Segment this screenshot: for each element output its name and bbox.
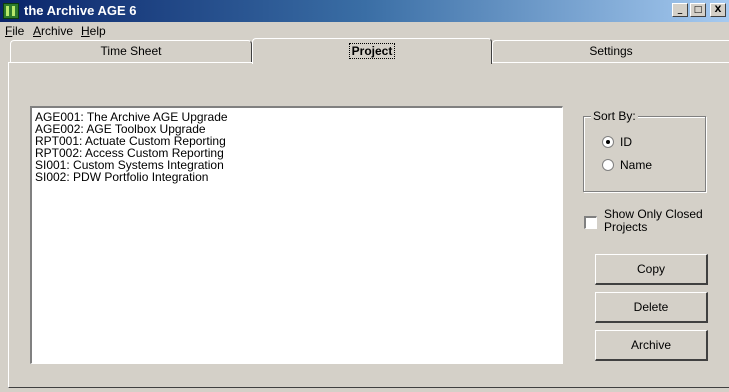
minimize-button[interactable]: _	[672, 3, 688, 17]
maximize-button[interactable]: □	[690, 3, 706, 17]
radio-checked-icon[interactable]	[602, 136, 614, 148]
radio-unchecked-icon[interactable]	[602, 159, 614, 171]
sort-by-group: Sort By: ID Name	[583, 109, 706, 192]
close-button[interactable]: X	[710, 3, 726, 17]
project-list[interactable]: AGE001: The Archive AGE Upgrade AGE002: …	[30, 106, 563, 364]
show-closed-projects-label[interactable]: Show Only Closed Projects	[604, 208, 704, 234]
title-bar[interactable]: the Archive AGE 6 _ □ X	[0, 0, 729, 22]
tab-time-sheet[interactable]: Time Sheet	[10, 40, 252, 62]
tab-settings[interactable]: Settings	[492, 40, 729, 62]
archive-app-icon[interactable]	[3, 3, 19, 19]
delete-button[interactable]: Delete	[595, 292, 708, 323]
menu-file[interactable]: File	[5, 24, 24, 38]
copy-button[interactable]: Copy	[595, 254, 708, 285]
sort-by-label: Sort By:	[591, 109, 638, 123]
menu-archive[interactable]: Archive	[33, 24, 73, 38]
archive-button[interactable]: Archive	[595, 330, 708, 361]
tab-project[interactable]: Project	[252, 38, 492, 64]
menu-help[interactable]: Help	[81, 24, 106, 38]
window-title: the Archive AGE 6	[24, 3, 137, 18]
list-item[interactable]: SI002: PDW Portfolio Integration	[35, 171, 559, 183]
show-closed-projects-checkbox[interactable]	[584, 216, 597, 229]
